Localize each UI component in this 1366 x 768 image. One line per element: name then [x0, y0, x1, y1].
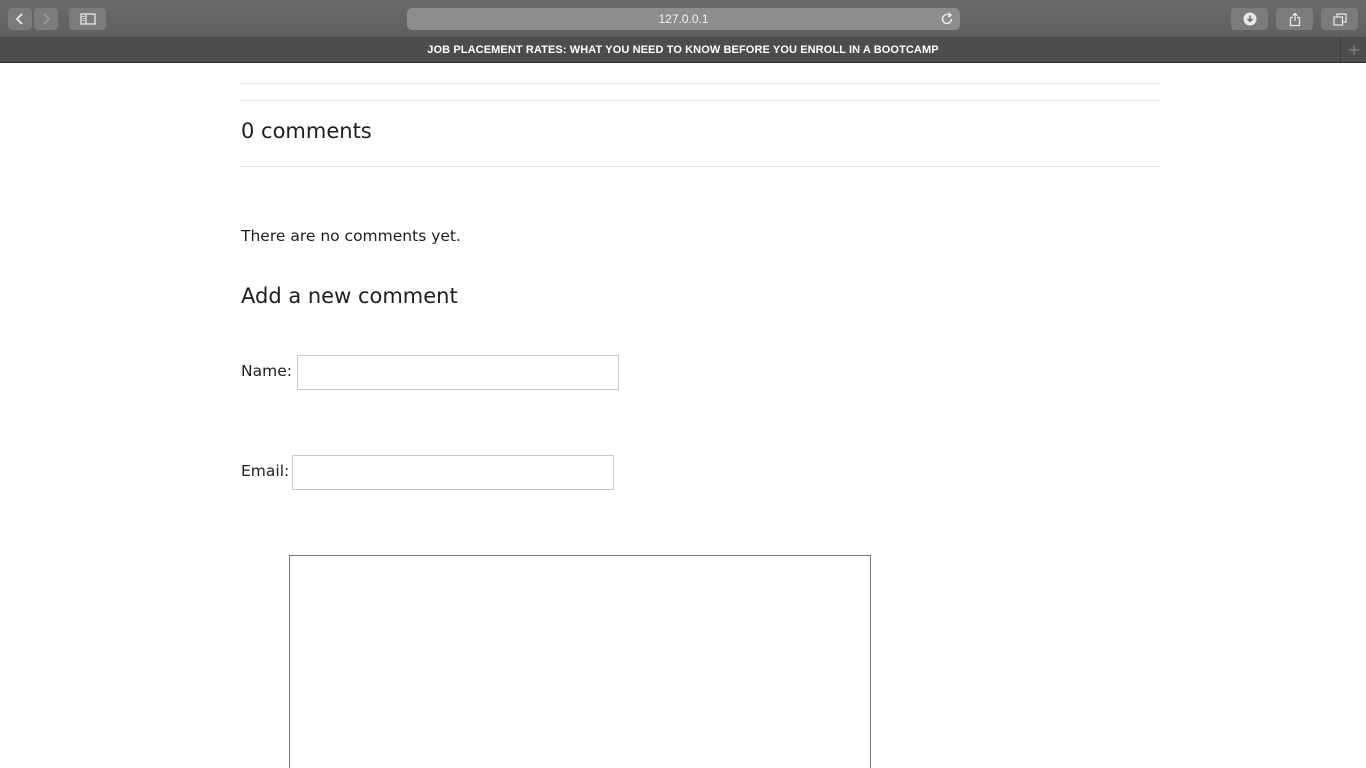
new-tab-button[interactable]	[1340, 38, 1366, 62]
comment-textarea[interactable]	[289, 555, 871, 768]
back-button[interactable]	[8, 8, 32, 30]
url-text: 127.0.0.1	[658, 12, 709, 26]
chevron-right-icon	[43, 13, 51, 25]
downloads-button[interactable]	[1231, 8, 1268, 30]
browser-toolbar: 127.0.0.1	[0, 0, 1366, 38]
tabs-overview-button[interactable]	[1321, 8, 1358, 30]
sidebar-button[interactable]	[69, 8, 106, 30]
name-label: Name:	[241, 362, 292, 380]
plus-icon	[1348, 45, 1359, 55]
email-field[interactable]	[292, 455, 614, 490]
forward-button[interactable]	[34, 8, 58, 30]
divider	[241, 166, 1160, 167]
download-icon	[1243, 12, 1256, 26]
divider	[241, 83, 1160, 84]
page-content: 0 comments There are no comments yet. Ad…	[0, 63, 1366, 768]
chevron-left-icon	[15, 13, 23, 25]
no-comments-message: There are no comments yet.	[241, 227, 461, 245]
active-tab[interactable]: JOB PLACEMENT RATES: WHAT YOU NEED TO KN…	[0, 38, 1366, 62]
email-label: Email:	[241, 462, 290, 480]
share-icon	[1289, 11, 1300, 26]
reload-icon[interactable]	[940, 12, 954, 26]
comments-count-heading: 0 comments	[241, 119, 372, 143]
share-button[interactable]	[1276, 8, 1313, 30]
tab-bar: JOB PLACEMENT RATES: WHAT YOU NEED TO KN…	[0, 38, 1366, 63]
divider	[241, 100, 1160, 101]
address-bar[interactable]: 127.0.0.1	[407, 8, 960, 30]
name-field[interactable]	[297, 355, 619, 390]
tabs-overview-icon	[1332, 12, 1347, 26]
add-comment-heading: Add a new comment	[241, 284, 458, 308]
sidebar-icon	[79, 13, 96, 25]
